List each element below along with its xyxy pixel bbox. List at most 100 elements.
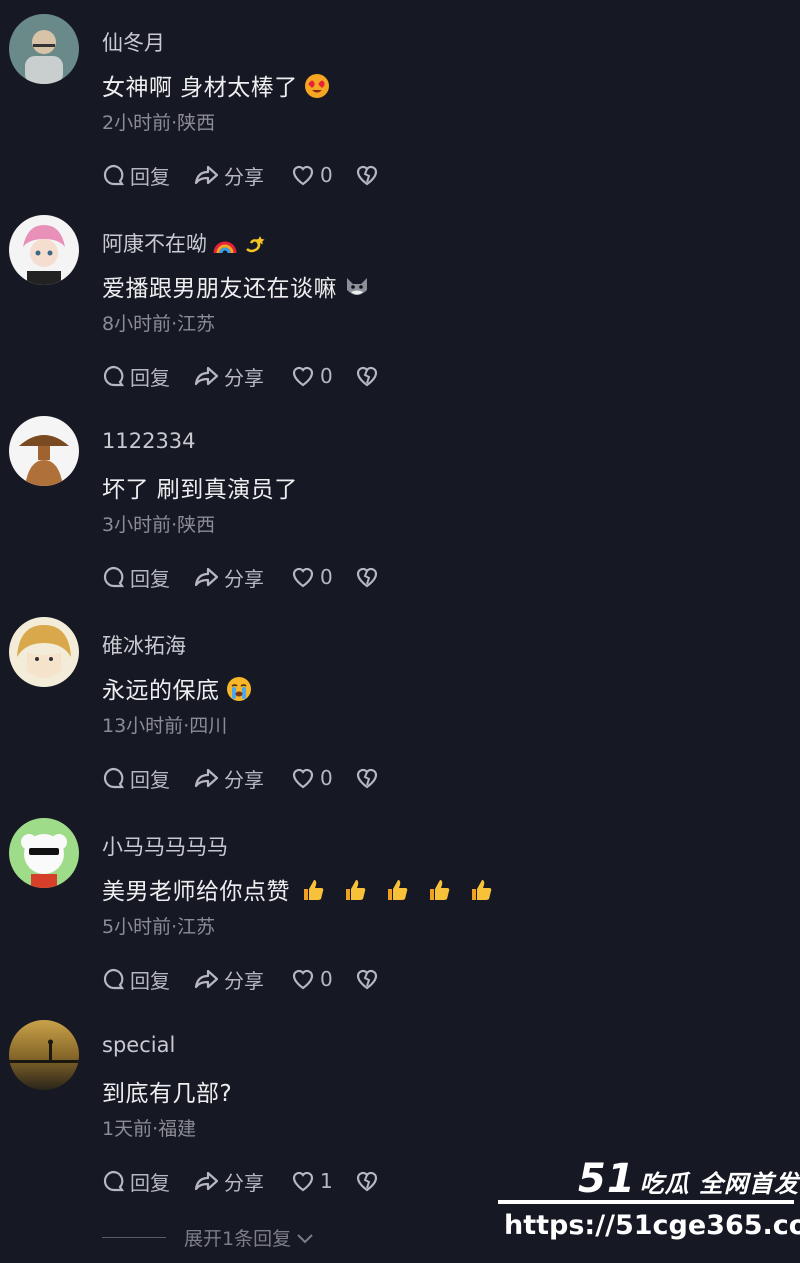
comment-text: 女神啊 身材太棒了 <box>102 68 330 105</box>
share-button[interactable]: 分享 <box>194 161 290 190</box>
like-button[interactable]: 0 <box>290 967 354 991</box>
share-button[interactable]: 分享 <box>194 764 290 793</box>
like-button[interactable]: 0 <box>290 364 354 388</box>
broken-heart-icon <box>356 1171 378 1192</box>
heart-icon <box>292 1171 314 1192</box>
dislike-button[interactable] <box>354 565 380 589</box>
watermark-url: https://51cge365.com <box>504 1210 800 1241</box>
comment-username[interactable]: 小马马马马马 <box>102 831 228 861</box>
comment-username[interactable]: 阿康不在呦 <box>102 228 267 260</box>
share-button[interactable]: 分享 <box>194 362 290 391</box>
heart-icon <box>292 768 314 789</box>
reply-button[interactable]: 回复 <box>102 965 194 994</box>
comment-username[interactable]: special <box>102 1033 175 1057</box>
like-button[interactable]: 0 <box>290 565 354 589</box>
comment-actions: 回复 分享 0 <box>102 562 380 592</box>
comment-actions: 回复 分享 0 <box>102 160 380 190</box>
reply-icon <box>103 1170 125 1192</box>
comment-text: 永远的保底 <box>102 671 252 708</box>
comment-text: 坏了 刷到真演员了 <box>102 477 298 503</box>
avatar[interactable] <box>9 416 79 486</box>
expand-replies-label: 展开1条回复 <box>184 1228 292 1250</box>
share-button[interactable]: 分享 <box>194 1167 290 1196</box>
share-icon <box>194 768 219 788</box>
comment-item: 阿康不在呦 爱播跟男朋友还在谈嘛 8小时前·江苏 回复 分享 0 <box>0 201 800 402</box>
comment-meta: 1天前·福建 <box>102 1118 197 1140</box>
like-button[interactable]: 1 <box>290 1169 354 1193</box>
dislike-button[interactable] <box>354 766 380 790</box>
comment-username[interactable]: 碓冰拓海 <box>102 630 186 660</box>
share-icon <box>194 567 219 587</box>
heart-icon <box>292 165 314 186</box>
reply-button[interactable]: 回复 <box>102 1167 194 1196</box>
comment-username[interactable]: 仙冬月 <box>102 27 165 57</box>
dislike-button[interactable] <box>354 364 380 388</box>
wolf-emoji <box>343 274 371 306</box>
rainbow-emoji <box>213 233 237 260</box>
comment-meta: 8小时前·江苏 <box>102 313 216 335</box>
heart-icon <box>292 366 314 387</box>
comment-actions: 回复 分享 0 <box>102 763 380 793</box>
thumbs-up-icon <box>468 877 494 909</box>
share-icon <box>194 969 219 989</box>
divider-line <box>102 1237 166 1238</box>
avatar[interactable] <box>9 215 79 285</box>
broken-heart-icon <box>356 969 378 990</box>
comment-item: 碓冰拓海 永远的保底 13小时前·四川 回复 分享 0 <box>0 603 800 804</box>
comment-meta: 13小时前·四川 <box>102 715 228 737</box>
heart-eyes-emoji <box>304 73 330 105</box>
avatar[interactable] <box>9 818 79 888</box>
reply-icon <box>103 164 125 186</box>
reply-icon <box>103 968 125 990</box>
avatar[interactable] <box>9 1020 79 1090</box>
avatar[interactable] <box>9 617 79 687</box>
comment-text: 美男老师给你点赞 <box>102 872 494 909</box>
dislike-button[interactable] <box>354 163 380 187</box>
share-icon <box>194 165 219 185</box>
share-button[interactable]: 分享 <box>194 563 290 592</box>
comment-text: 爱播跟男朋友还在谈嘛 <box>102 269 371 306</box>
reply-button[interactable]: 回复 <box>102 764 194 793</box>
broken-heart-icon <box>356 768 378 789</box>
comment-text: 到底有几部? <box>102 1081 233 1107</box>
dislike-button[interactable] <box>354 967 380 991</box>
comment-item: 1122334 坏了 刷到真演员了 3小时前·陕西 回复 分享 0 <box>0 402 800 603</box>
broken-heart-icon <box>356 366 378 387</box>
comment-actions: 回复 分享 0 <box>102 964 380 994</box>
dizzy-emoji <box>243 233 267 260</box>
reply-button[interactable]: 回复 <box>102 563 194 592</box>
reply-icon <box>103 767 125 789</box>
heart-icon <box>292 567 314 588</box>
thumbs-up-emoji-group <box>290 879 494 905</box>
reply-icon <box>103 566 125 588</box>
heart-icon <box>292 969 314 990</box>
comment-item: 仙冬月 女神啊 身材太棒了 2小时前·陕西 回复 分享 0 <box>0 0 800 201</box>
thumbs-up-icon <box>342 877 368 909</box>
share-button[interactable]: 分享 <box>194 965 290 994</box>
comment-meta: 2小时前·陕西 <box>102 112 216 134</box>
avatar[interactable] <box>9 14 79 84</box>
watermark-bar <box>498 1200 794 1204</box>
comment-meta: 5小时前·江苏 <box>102 916 216 938</box>
comment-actions: 回复 分享 1 <box>102 1166 380 1196</box>
share-icon <box>194 366 219 386</box>
comment-item: 小马马马马马 美男老师给你点赞 5小时前·江苏 回复 分享 0 <box>0 804 800 1005</box>
comment-actions: 回复 分享 0 <box>102 361 380 391</box>
thumbs-up-icon <box>300 877 326 909</box>
expand-replies-button[interactable]: 展开1条回复 <box>102 1224 315 1251</box>
chevron-down-icon <box>297 1233 313 1243</box>
broken-heart-icon <box>356 165 378 186</box>
like-button[interactable]: 0 <box>290 163 354 187</box>
watermark-brand: 51 吃瓜 全网首发 <box>578 1156 800 1202</box>
comment-meta: 3小时前·陕西 <box>102 514 216 536</box>
like-button[interactable]: 0 <box>290 766 354 790</box>
broken-heart-icon <box>356 567 378 588</box>
reply-button[interactable]: 回复 <box>102 161 194 190</box>
thumbs-up-icon <box>384 877 410 909</box>
crying-face-emoji <box>226 676 252 708</box>
dislike-button[interactable] <box>354 1169 380 1193</box>
comment-username[interactable]: 1122334 <box>102 429 196 453</box>
thumbs-up-icon <box>426 877 452 909</box>
reply-button[interactable]: 回复 <box>102 362 194 391</box>
watermark: 51吃瓜 全网首发 https://51cge365.com <box>498 1152 800 1263</box>
